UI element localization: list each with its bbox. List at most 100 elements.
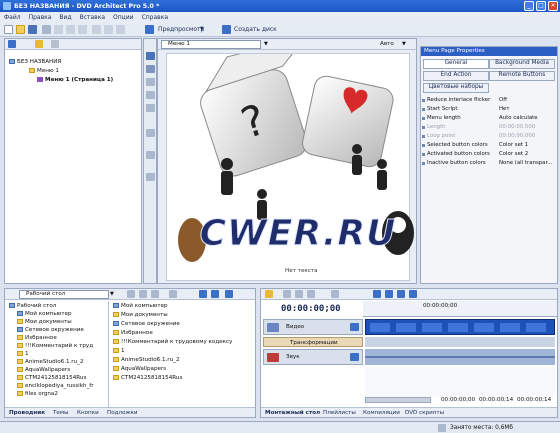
play-icon[interactable] xyxy=(199,290,207,298)
tab-explorer[interactable]: Проводник xyxy=(9,410,45,416)
tab-general[interactable]: General xyxy=(423,59,489,69)
timeline-ruler[interactable]: 00:00:00;00 xyxy=(363,301,557,317)
path-select[interactable]: Рабочий стол xyxy=(19,290,109,299)
tree-item[interactable]: Сетевое окружение xyxy=(17,327,84,333)
add-media-icon[interactable] xyxy=(265,290,273,298)
tab-themes[interactable]: Темы xyxy=(53,410,69,416)
video-mute-icon[interactable] xyxy=(350,323,359,331)
tab-buttons[interactable]: Кнопки xyxy=(77,410,99,416)
timeline-scrollbar[interactable] xyxy=(365,397,431,403)
properties-icon[interactable] xyxy=(42,25,51,34)
tab-backgrounds[interactable]: Подложки xyxy=(107,410,138,416)
menu-edit[interactable]: Правка xyxy=(29,14,52,21)
tab-end-action[interactable]: End Action xyxy=(423,71,489,81)
audio-track[interactable] xyxy=(365,349,555,365)
align-tool-icon[interactable] xyxy=(146,78,155,86)
prop-row[interactable]: Loop point 00:00:00.000 xyxy=(421,133,557,141)
tree-item[interactable]: Избранное xyxy=(17,335,57,341)
zoom-dropdown-icon[interactable]: ▼ xyxy=(402,41,406,47)
refresh-icon[interactable] xyxy=(139,290,147,298)
stop-icon[interactable] xyxy=(211,290,219,298)
prop-row[interactable]: Inactive button colors None (all transpar… xyxy=(421,160,557,168)
remove-item-icon[interactable] xyxy=(51,40,59,48)
split-icon[interactable] xyxy=(283,290,291,298)
prop-row[interactable]: Menu length Auto calculate xyxy=(421,115,557,123)
prop-row[interactable]: Start Script Нет xyxy=(421,106,557,114)
list-item[interactable]: Мои документы xyxy=(113,312,168,318)
tab-remote-buttons[interactable]: Remote Buttons xyxy=(489,71,555,81)
tree-menu[interactable]: Меню 1 xyxy=(29,68,59,74)
stop-timeline-icon[interactable] xyxy=(409,290,417,298)
zoom-select[interactable]: Авто xyxy=(380,41,394,47)
tree-item[interactable]: Мои документы xyxy=(17,319,72,325)
new-icon[interactable] xyxy=(4,25,13,34)
pause-icon[interactable] xyxy=(397,290,405,298)
menu-select-dropdown-icon[interactable]: ▼ xyxy=(264,41,268,47)
tree-item[interactable]: files orgna2 xyxy=(17,391,58,397)
list-item[interactable]: 1 xyxy=(113,348,125,354)
prop-row[interactable]: Activated button colors Color set 2 xyxy=(421,151,557,159)
new-folder-icon[interactable] xyxy=(151,290,159,298)
list-item[interactable]: AnimeStudio6.1.ru_2 xyxy=(113,357,180,363)
prop-row[interactable]: Reduce interlace flicker Off xyxy=(421,97,557,105)
list-item[interactable]: AquaWallpapers xyxy=(113,366,166,372)
redo-icon[interactable] xyxy=(116,25,125,34)
save-icon[interactable] xyxy=(28,25,37,34)
transitions-track[interactable] xyxy=(365,337,555,347)
video-clip[interactable] xyxy=(365,319,555,335)
preview-icon[interactable] xyxy=(145,25,154,34)
create-disc-icon[interactable] xyxy=(222,25,231,34)
tree-root[interactable]: БЕЗ НАЗВАНИЯ xyxy=(9,59,61,65)
path-dropdown-icon[interactable]: ▼ xyxy=(110,291,114,297)
video-track-header[interactable]: Видео xyxy=(263,319,363,335)
trim-icon[interactable] xyxy=(295,290,303,298)
list-item[interactable]: !!!Комментарий к трудовому кодексу xyxy=(113,339,232,345)
snap-icon[interactable] xyxy=(331,290,339,298)
size-tool-icon[interactable] xyxy=(146,104,155,112)
preview-button[interactable]: Предпросмотр xyxy=(158,26,204,33)
select-tool-icon[interactable] xyxy=(146,52,155,60)
menu-select[interactable]: Меню 1 xyxy=(161,40,261,49)
tab-compilations[interactable]: Компиляции xyxy=(363,410,400,416)
menu-options[interactable]: Опции xyxy=(113,14,134,21)
views-icon[interactable] xyxy=(225,290,233,298)
prop-row[interactable]: Selected button colors Color set 1 xyxy=(421,142,557,150)
menu-insert[interactable]: Вставка xyxy=(80,14,105,21)
menu-help[interactable]: Справка xyxy=(142,14,168,21)
distribute-tool-icon[interactable] xyxy=(146,91,155,99)
play-timeline-icon[interactable] xyxy=(385,290,393,298)
paste-icon[interactable] xyxy=(78,25,87,34)
tree-item[interactable]: AquaWallpapers xyxy=(17,367,70,373)
tab-playlists[interactable]: Плейлисты xyxy=(323,410,356,416)
delete-file-icon[interactable] xyxy=(169,290,177,298)
tree-page[interactable]: Меню 1 (Страница 1) xyxy=(37,77,113,83)
close-button[interactable]: ✕ xyxy=(548,1,558,11)
list-item[interactable]: Сетевое окружение xyxy=(113,321,180,327)
center-tool-icon[interactable] xyxy=(146,151,155,159)
marker-icon[interactable] xyxy=(307,290,315,298)
tab-timeline[interactable]: Монтажный стол xyxy=(265,410,320,416)
list-item[interactable]: Мой компьютер xyxy=(113,303,168,309)
tree-item[interactable]: Мой компьютер xyxy=(17,311,72,317)
prop-row[interactable]: Length 00:00:00.500 xyxy=(421,124,557,132)
tree-item[interactable]: Рабочий стол xyxy=(9,303,56,309)
cut-icon[interactable] xyxy=(54,25,63,34)
copy-icon[interactable] xyxy=(66,25,75,34)
open-icon[interactable] xyxy=(16,25,25,34)
up-folder-icon[interactable] xyxy=(127,290,135,298)
undo-icon[interactable] xyxy=(104,25,113,34)
delete-icon[interactable] xyxy=(92,25,101,34)
tree-item[interactable]: AnimeStudio6.1.ru_2 xyxy=(17,359,84,365)
grid-tool-icon[interactable] xyxy=(146,129,155,137)
maximize-button[interactable]: □ xyxy=(536,1,546,11)
transitions-track-header[interactable]: Трансформации xyxy=(263,337,363,347)
tab-color-sets[interactable]: Цветовые наборы xyxy=(423,83,489,93)
minimize-button[interactable]: _ xyxy=(524,1,534,11)
audio-mute-icon[interactable] xyxy=(350,353,359,361)
tree-item[interactable]: CTM24125818154Rus xyxy=(17,375,86,381)
menu-view[interactable]: Вид xyxy=(59,14,71,21)
tab-background-media[interactable]: Background Media xyxy=(489,59,555,69)
tree-item[interactable]: enciklopediya_russikh_fr xyxy=(17,383,94,389)
project-view-icon[interactable] xyxy=(8,40,16,48)
safe-area-icon[interactable] xyxy=(146,173,155,181)
